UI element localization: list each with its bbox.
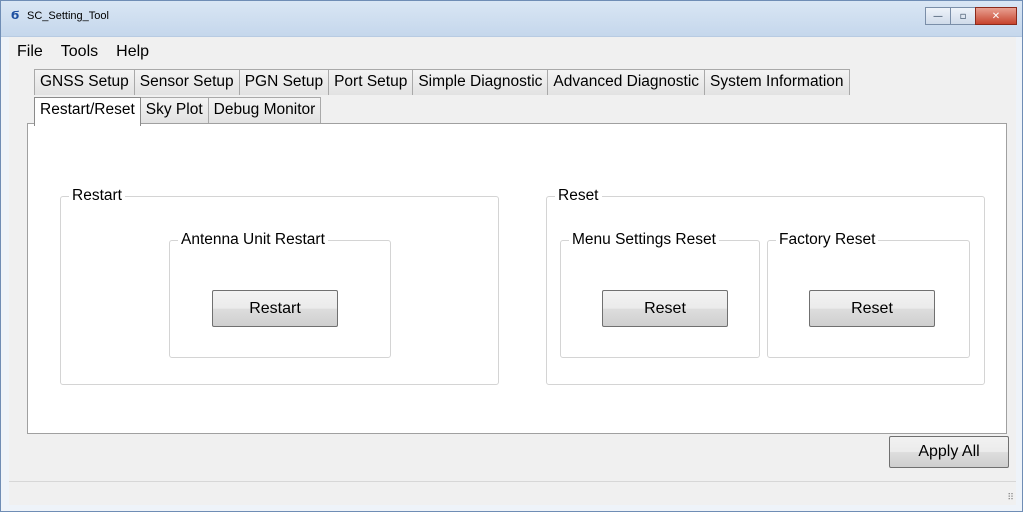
minimize-button[interactable]: — [925, 7, 951, 25]
restart-group-label: Restart [69, 187, 125, 205]
reset-group: Reset Menu Settings Reset Reset Factory … [546, 187, 985, 385]
reset-group-label: Reset [555, 187, 602, 205]
antenna-unit-restart-group: Antenna Unit Restart Restart [169, 231, 391, 358]
tab-sensor-setup[interactable]: Sensor Setup [133, 69, 240, 95]
maximize-button[interactable]: ▫ [950, 7, 976, 25]
tab-row-1: GNSS Setup Sensor Setup PGN Setup Port S… [34, 69, 850, 95]
menu-bar: File Tools Help [9, 41, 159, 63]
factory-reset-label: Factory Reset [776, 231, 879, 249]
client-area: File Tools Help GNSS Setup Sensor Setup … [9, 37, 1016, 505]
tab-panel-restart-reset: Restart Antenna Unit Restart Restart Res… [27, 123, 1007, 434]
title-bar[interactable]: Ϭ SC_Setting_Tool — ▫ ✕ [1, 1, 1022, 37]
menu-settings-reset-group: Menu Settings Reset Reset [560, 231, 760, 358]
factory-reset-group: Factory Reset Reset [767, 231, 970, 358]
apply-all-button[interactable]: Apply All [889, 436, 1009, 468]
tab-restart-reset[interactable]: Restart/Reset [34, 97, 141, 126]
restart-group: Restart Antenna Unit Restart Restart [60, 187, 499, 385]
tab-advanced-diagnostic[interactable]: Advanced Diagnostic [547, 69, 706, 95]
app-window: Ϭ SC_Setting_Tool — ▫ ✕ File Tools Help … [0, 0, 1023, 512]
minimize-icon: — [933, 10, 943, 22]
maximize-icon: ▫ [959, 10, 967, 22]
close-icon: ✕ [991, 10, 1001, 22]
close-button[interactable]: ✕ [975, 7, 1017, 25]
menu-help[interactable]: Help [108, 41, 159, 63]
menu-file[interactable]: File [9, 41, 53, 63]
resize-grip-icon[interactable]: ⠿ [1007, 493, 1014, 503]
menu-settings-reset-label: Menu Settings Reset [569, 231, 719, 249]
app-icon: Ϭ [11, 9, 20, 22]
tab-simple-diagnostic[interactable]: Simple Diagnostic [412, 69, 549, 95]
window-title: SC_Setting_Tool [27, 10, 109, 22]
restart-button[interactable]: Restart [212, 290, 338, 327]
tab-row-2: Restart/Reset Sky Plot Debug Monitor [34, 97, 322, 126]
tab-port-setup[interactable]: Port Setup [328, 69, 414, 95]
window-controls: — ▫ ✕ [925, 7, 1017, 25]
antenna-unit-restart-label: Antenna Unit Restart [178, 231, 328, 249]
tab-sky-plot[interactable]: Sky Plot [139, 97, 209, 123]
tab-pgn-setup[interactable]: PGN Setup [238, 69, 330, 95]
status-bar: ⠿ [9, 481, 1016, 505]
tab-gnss-setup[interactable]: GNSS Setup [34, 69, 135, 95]
tab-system-information[interactable]: System Information [704, 69, 850, 95]
factory-reset-button[interactable]: Reset [809, 290, 935, 327]
menu-settings-reset-button[interactable]: Reset [602, 290, 728, 327]
menu-tools[interactable]: Tools [53, 41, 108, 63]
tab-debug-monitor[interactable]: Debug Monitor [207, 97, 322, 123]
